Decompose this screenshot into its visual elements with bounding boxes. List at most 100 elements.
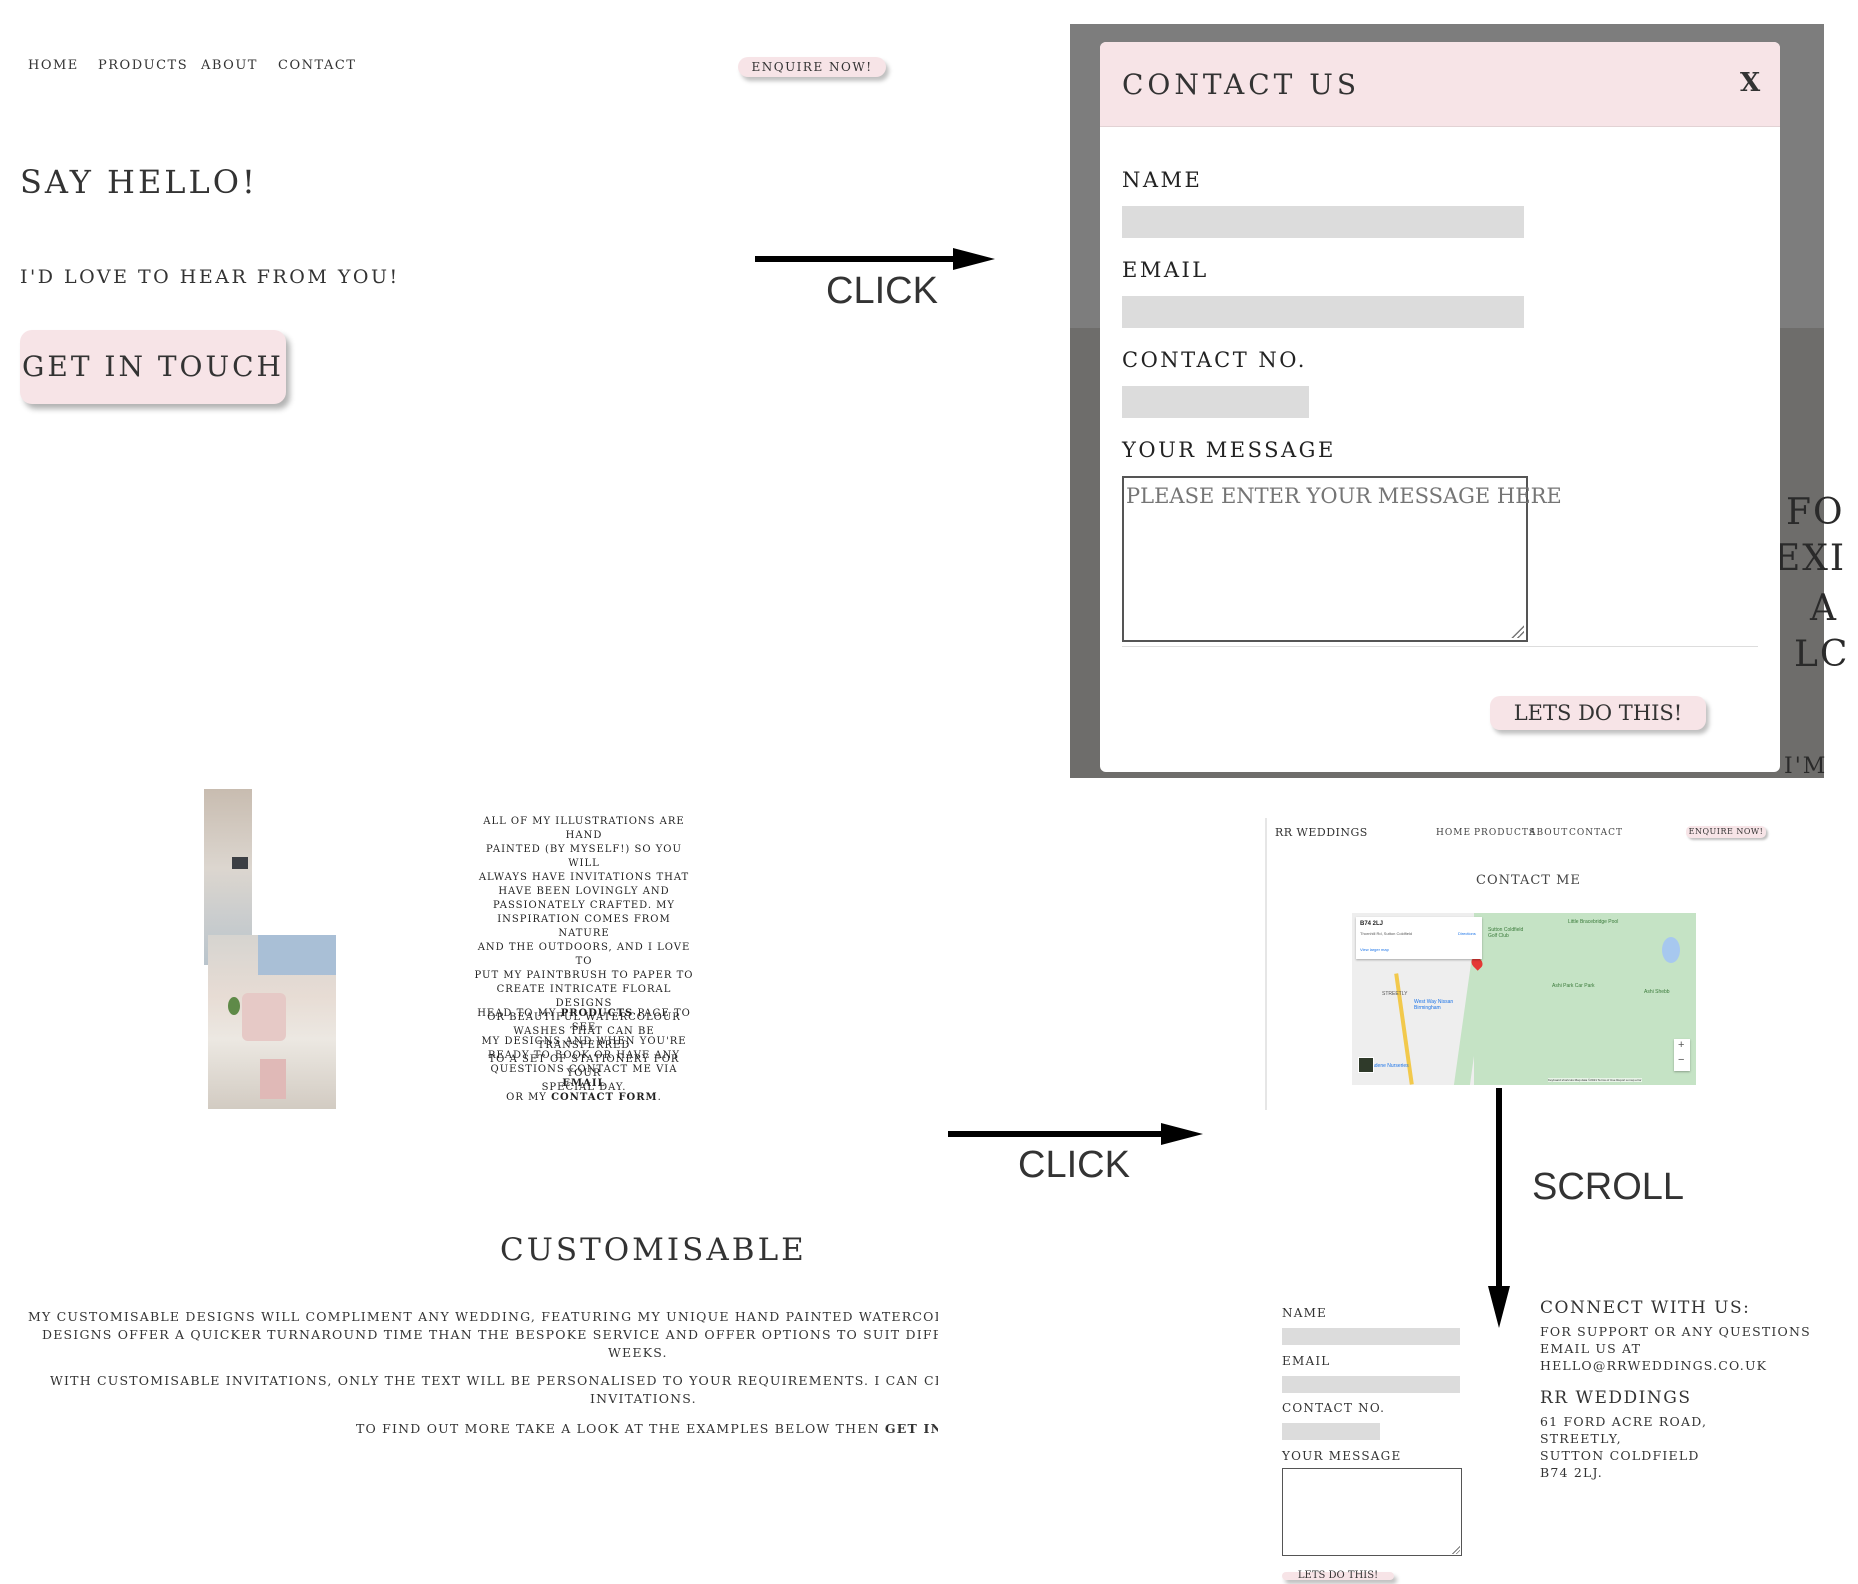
map-larger-link[interactable]: View larger map [1360,947,1389,952]
contact-form-link[interactable]: CONTACT FORM [551,1092,658,1103]
about-line: ALL OF MY ILLUSTRATIONS ARE HAND [483,816,685,841]
zoom-out-icon[interactable]: − [1678,1054,1684,1066]
map-embed[interactable]: B74 2LJ Thornhill Rd, Sutton Coldfield D… [1352,913,1696,1085]
resize-handle-icon[interactable] [1510,624,1524,638]
email-link[interactable]: HELLO@RRWEDDINGS.CO.UK [1540,1357,1811,1374]
about-line: INSPIRATION COMES FROM NATURE [497,914,671,939]
name-label: NAME [1282,1306,1328,1320]
scroll-arrow-head-icon [1488,1286,1510,1328]
connect-title: CONNECT WITH US: [1540,1298,1751,1318]
custom-line: MY CUSTOMISABLE DESIGNS WILL COMPLIMENT … [28,1309,938,1324]
nav-home[interactable]: HOME [1436,828,1471,838]
background-fragment: I'M [1784,754,1828,779]
map-zoom-control[interactable]: + − [1674,1039,1690,1071]
scroll-arrow-line [1496,1088,1502,1288]
connect-text: FOR SUPPORT OR ANY QUESTIONS EMAIL US AT… [1540,1323,1811,1374]
name-input[interactable] [1122,206,1524,238]
map-postcode: B74 2LJ [1360,921,1384,927]
map-address: Thornhill Rd, Sutton Coldfield [1360,931,1413,936]
find-out-more: TO FIND OUT MORE TAKE A LOOK AT THE EXAM… [356,1420,938,1438]
map-label: Little Bracebridge Pool [1568,919,1619,925]
photo-painting [208,935,336,1109]
address-line: SUTTON COLDFIELD [1540,1448,1700,1463]
map-lake [1662,937,1680,963]
message-textarea[interactable] [1282,1468,1462,1556]
connect-line: FOR SUPPORT OR ANY QUESTIONS [1540,1324,1811,1339]
custom-line: DESIGNS OFFER A QUICKER TURNAROUND TIME … [42,1327,938,1342]
photo-jeans [258,935,336,975]
company-name: RR WEDDINGS [1540,1388,1692,1408]
map-directions-link[interactable]: Directions [1458,931,1476,936]
panel-edge [1265,818,1267,1110]
email-input[interactable] [1282,1376,1460,1393]
nav-contact[interactable]: CONTACT [278,58,356,73]
close-icon[interactable]: X [1740,68,1760,98]
text: OR MY [506,1092,552,1103]
text: QUESTIONS CONTACT ME VIA [490,1064,678,1075]
lets-do-this-button[interactable]: LETS DO THIS! [1282,1570,1394,1581]
message-textarea[interactable]: PLEASE ENTER YOUR MESSAGE HERE [1122,476,1562,642]
arrow-line [948,1131,1163,1137]
about-line: HAVE BEEN LOVINGLY AND [498,886,670,897]
about-line: MY DESIGNS AND WHEN YOU'RE [481,1036,687,1047]
get-in-touch-link[interactable]: GET IN TOUCH [885,1421,938,1436]
resize-handle-icon[interactable] [1451,1545,1460,1554]
modal-title: CONTACT US [1122,68,1361,101]
brand-logo[interactable]: RR WEDDINGS [1275,826,1368,839]
nav-products[interactable]: PRODUCTS [98,58,188,73]
photo-card [242,993,286,1041]
address-line: STREETLY, [1540,1431,1622,1446]
contact-no-input[interactable] [1122,386,1309,418]
about-line: ALWAYS HAVE INVITATIONS THAT [478,872,690,883]
email-label: EMAIL [1282,1354,1331,1368]
section-title: CUSTOMISABLE [500,1232,807,1268]
map-satellite-toggle[interactable] [1358,1057,1374,1073]
contact-no-label: CONTACT NO. [1282,1401,1386,1415]
enquire-now-button[interactable]: ENQUIRE NOW! [738,57,886,77]
map-label: Ashi Park Car Park [1552,983,1595,989]
enquire-now-button[interactable]: ENQUIRE NOW! [1686,826,1766,838]
page-subtitle: I'D LOVE TO HEAR FROM YOU! [20,266,400,288]
email-link[interactable]: EMAIL [562,1078,605,1089]
products-link[interactable]: PRODUCTS [561,1008,634,1019]
text: TO FIND OUT MORE TAKE A LOOK AT THE EXAM… [356,1421,885,1436]
name-input[interactable] [1282,1328,1460,1345]
map-attribution: Keyboard shortcuts Map data ©2021 Terms … [1548,1078,1642,1082]
get-in-touch-button[interactable]: GET IN TOUCH [20,330,286,404]
map-label: adene Nurseries [1372,1063,1409,1069]
message-label: YOUR MESSAGE [1122,438,1336,462]
modal-overlay[interactable]: FO EXI A LC I'M CONTACT US X NAME EMAIL … [1070,24,1847,779]
name-label: NAME [1122,168,1203,192]
connect-line: EMAIL US AT [1540,1341,1642,1356]
background-fragment: A [1810,588,1836,629]
company-address: 61 FORD ACRE ROAD, STREETLY, SUTTON COLD… [1540,1413,1707,1481]
text: HEAD TO MY [477,1008,561,1019]
zoom-in-icon[interactable]: + [1678,1039,1684,1051]
lets-do-this-button[interactable]: LETS DO THIS! [1490,696,1706,730]
background-fragment: LC [1794,634,1850,675]
message-placeholder: PLEASE ENTER YOUR MESSAGE HERE [1126,484,1562,508]
nav-contact[interactable]: CONTACT [1569,828,1623,838]
photo-detail [232,857,248,869]
contact-modal: CONTACT US X NAME EMAIL CONTACT NO. YOUR… [1100,42,1780,772]
photo-leaf [228,997,240,1015]
lets-do-this-label: LETS DO THIS! [1297,1570,1379,1581]
arrow-head-icon [953,248,995,270]
custom-line: WITH CUSTOMISABLE INVITATIONS, ONLY THE … [50,1373,938,1388]
about-line: PASSIONATELY CRAFTED. MY [492,900,676,911]
nav-about[interactable]: ABOUT [1529,828,1568,838]
nav-products[interactable]: PRODUCTS [1474,828,1536,838]
click-label: CLICK [1018,1144,1130,1186]
nav-about[interactable]: ABOUT [201,58,258,73]
page-title: SAY HELLO! [20,163,258,201]
nav-home[interactable]: HOME [28,58,79,73]
email-label: EMAIL [1122,258,1209,282]
contact-no-input[interactable] [1282,1423,1380,1440]
email-input[interactable] [1122,296,1524,328]
message-label: YOUR MESSAGE [1282,1449,1402,1463]
address-line: B74 2LJ. [1540,1465,1603,1480]
text: . [657,1092,662,1103]
map-info-card: B74 2LJ Thornhill Rd, Sutton Coldfield D… [1356,917,1482,959]
custom-line: INVITATIONS. [590,1391,697,1406]
background-fragment: EXI [1774,538,1847,579]
